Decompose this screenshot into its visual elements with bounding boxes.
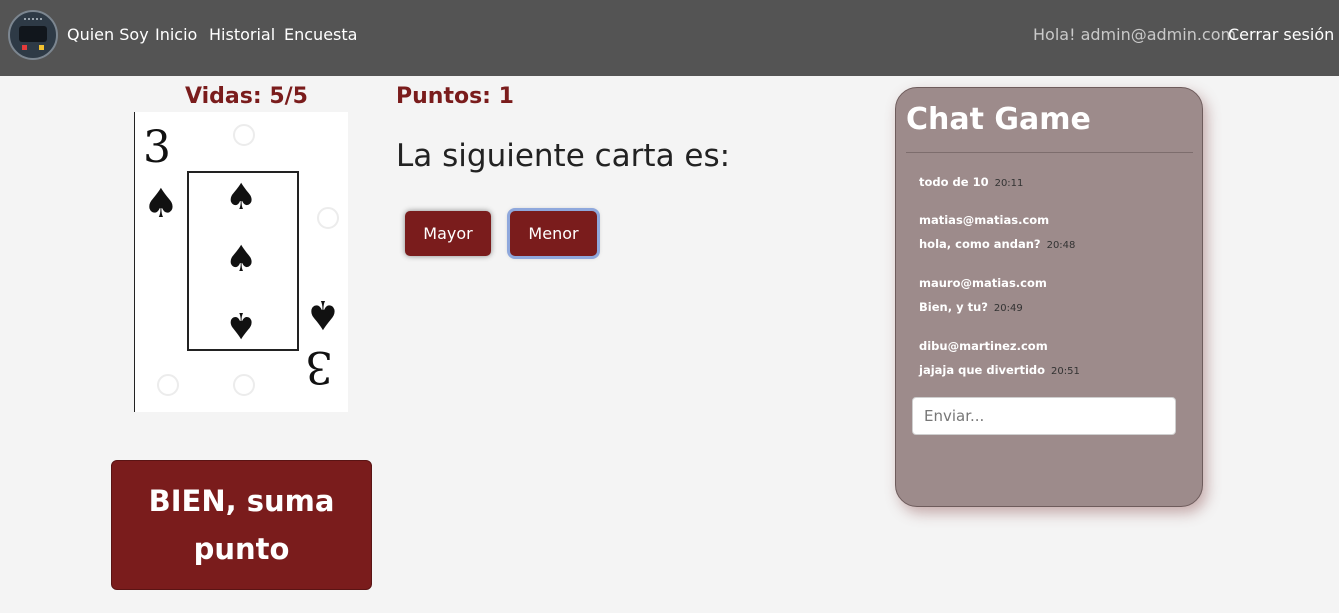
spade-icon: ♠ — [225, 177, 258, 218]
card-rank-top: 3 — [143, 122, 171, 173]
spade-icon: ♠ — [225, 304, 258, 345]
current-card: 3 ♠ ♠ ♠ ♠ ♠ 3 — [134, 112, 348, 412]
nav-link-historial[interactable]: Historial — [209, 25, 275, 45]
question-text: La siguiente carta es: — [396, 138, 731, 174]
nav-link-inicio[interactable]: Inicio — [155, 25, 197, 45]
chat-panel: Chat Game todo de 10 20:11 matias@matias.… — [895, 87, 1203, 507]
spade-icon: ♠ — [225, 239, 258, 280]
nav-link-encuesta[interactable]: Encuesta — [284, 25, 357, 45]
chat-message-user: dibu@martinez.com — [919, 339, 1048, 353]
chat-input[interactable] — [912, 397, 1176, 435]
user-greeting: Hola! admin@admin.com — [1033, 25, 1237, 44]
spade-icon: ♠ — [305, 291, 341, 337]
navbar: Quien Soy Inicio Historial Encuesta Hola… — [0, 0, 1339, 76]
logo-icon[interactable] — [8, 10, 58, 60]
chat-title: Chat Game — [906, 102, 1091, 137]
chat-divider — [906, 152, 1193, 153]
chat-message: hola, como andan? 20:48 — [919, 237, 1076, 251]
lives-counter: Vidas: 5/5 — [185, 84, 308, 109]
logout-link[interactable]: Cerrar sesión — [1228, 25, 1334, 45]
lower-button[interactable]: Menor — [510, 211, 597, 256]
points-counter: Puntos: 1 — [396, 84, 514, 109]
chat-message: todo de 10 20:11 — [919, 175, 1024, 189]
chat-message: jajaja que divertido 20:51 — [919, 363, 1080, 377]
chat-message: Bien, y tu? 20:49 — [919, 300, 1023, 314]
higher-button[interactable]: Mayor — [405, 211, 491, 256]
nav-link-quien-soy[interactable]: Quien Soy — [67, 25, 149, 45]
chat-message-user: matias@matias.com — [919, 213, 1050, 227]
chat-message-user: mauro@matias.com — [919, 276, 1047, 290]
card-rank-bottom: 3 — [305, 341, 333, 392]
result-message: BIEN, suma punto — [111, 460, 372, 590]
spade-icon: ♠ — [143, 181, 179, 227]
